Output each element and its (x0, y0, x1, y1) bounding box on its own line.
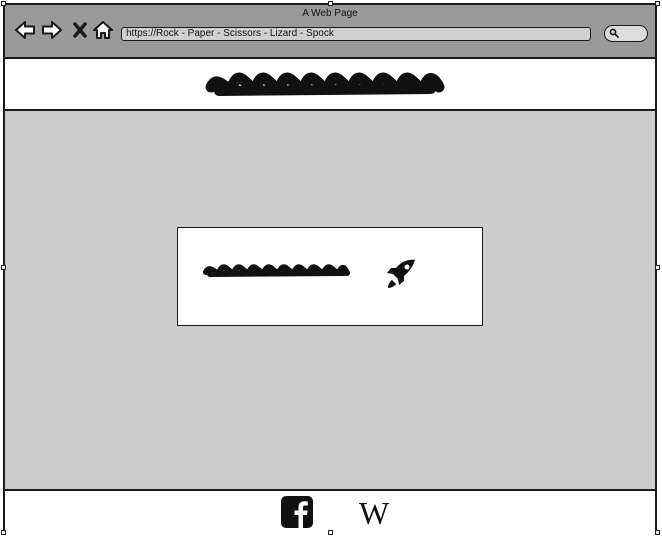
back-arrow-icon[interactable] (13, 19, 37, 41)
resize-handle[interactable] (1, 530, 6, 535)
rocket-icon (387, 259, 415, 288)
resize-handle[interactable] (655, 265, 660, 270)
resize-handle[interactable] (328, 530, 333, 535)
close-x-icon[interactable] (69, 19, 93, 41)
browser-toolbar: A Web Page https://Rock - Paper - Scisso… (5, 5, 655, 59)
main-content (5, 111, 655, 489)
resize-handle[interactable] (1, 265, 6, 270)
forward-arrow-icon[interactable] (40, 19, 64, 41)
search-icon (609, 28, 619, 38)
scribble-heading-placeholder (205, 72, 445, 96)
wikipedia-icon[interactable]: W (359, 495, 389, 531)
home-icon[interactable] (91, 19, 115, 41)
resize-handle[interactable] (1, 1, 6, 6)
resize-handle[interactable] (655, 530, 660, 535)
site-header (5, 59, 655, 111)
browser-window: A Web Page https://Rock - Paper - Scisso… (3, 3, 657, 532)
window-title: A Web Page (302, 8, 358, 19)
facebook-icon[interactable] (281, 496, 313, 528)
resize-handle[interactable] (655, 1, 660, 6)
site-footer: W (5, 489, 655, 532)
scribble-text-placeholder (203, 264, 350, 277)
address-bar[interactable]: https://Rock - Paper - Scissors - Lizard… (121, 27, 591, 41)
content-card (177, 227, 483, 326)
resize-handle[interactable] (328, 1, 333, 6)
search-field[interactable] (604, 25, 648, 42)
